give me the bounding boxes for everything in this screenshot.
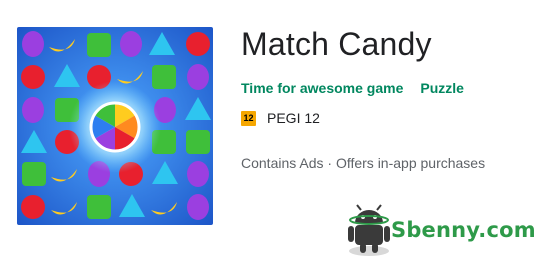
app-icon[interactable]	[17, 27, 213, 225]
app-meta: Time for awesome game Puzzle	[241, 80, 464, 96]
rating-label: PEGI 12	[267, 110, 320, 126]
category-link[interactable]: Puzzle	[420, 80, 464, 96]
ads-info: Contains Ads · Offers in-app purchases	[241, 155, 486, 171]
watermark-text: Sbenny.com	[391, 218, 536, 242]
pegi-icon: 12	[241, 110, 256, 126]
watermark: Sbenny.com	[345, 203, 547, 259]
android-logo-icon	[348, 204, 390, 256]
content-rating: 12 PEGI 12	[241, 110, 320, 126]
app-title: Match Candy	[241, 26, 432, 62]
developer-link[interactable]: Time for awesome game	[241, 80, 403, 96]
